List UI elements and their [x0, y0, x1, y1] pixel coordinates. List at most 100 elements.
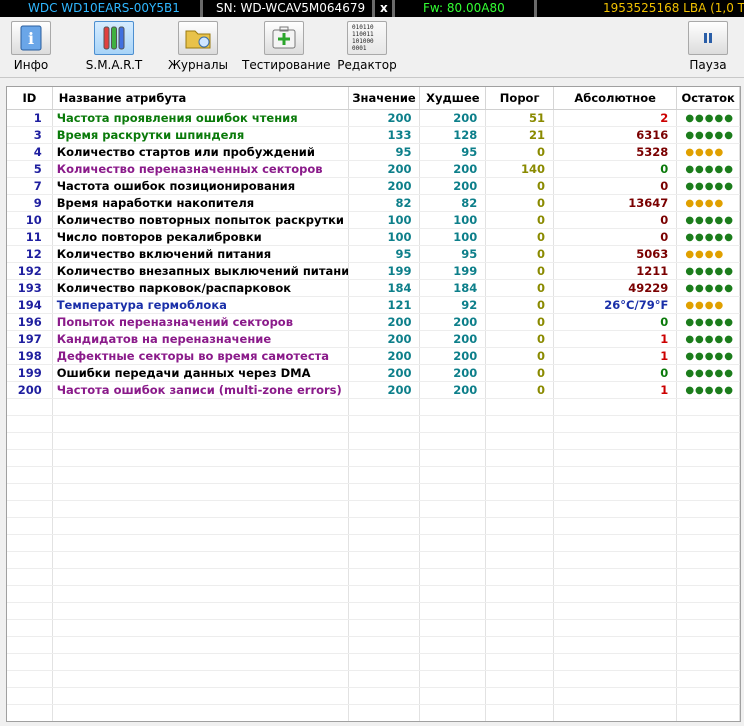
table-row[interactable]	[7, 551, 740, 569]
column-header-remaining[interactable]: Остаток	[676, 87, 740, 110]
attribute-name: Кандидатов на переназначение	[52, 330, 349, 348]
table-row[interactable]	[7, 653, 740, 671]
table-row[interactable]	[7, 585, 740, 603]
table-row[interactable]	[7, 704, 740, 721]
attribute-remaining: ●●●●●	[676, 228, 740, 246]
attribute-worst: 200	[419, 177, 487, 195]
table-row[interactable]: 199 Ошибки передачи данных через DMA 200 20…	[7, 364, 740, 382]
info-button[interactable]: i Инфо	[6, 21, 56, 72]
empty-cell	[348, 432, 421, 450]
table-row[interactable]	[7, 619, 740, 637]
pause-button[interactable]: Пауза	[686, 21, 730, 72]
attribute-threshold: 0	[485, 228, 555, 246]
attribute-worst: 200	[419, 381, 487, 399]
empty-cell	[7, 449, 53, 467]
attribute-threshold: 0	[485, 330, 555, 348]
empty-cell	[419, 500, 487, 518]
logs-label: Журналы	[168, 58, 228, 72]
table-row[interactable]: 7 Частота ошибок позиционирования 200 200 0 0…	[7, 177, 740, 195]
pause-icon	[688, 21, 728, 55]
svg-text:i: i	[28, 29, 34, 48]
table-row[interactable]	[7, 415, 740, 433]
empty-cell	[7, 398, 53, 416]
attribute-raw: 49229	[553, 279, 678, 297]
column-header-threshold[interactable]: Порог	[485, 87, 555, 110]
table-row[interactable]	[7, 670, 740, 688]
empty-cell	[348, 500, 421, 518]
empty-cell	[52, 619, 349, 637]
table-row[interactable]	[7, 449, 740, 467]
column-header-value[interactable]: Значение	[348, 87, 421, 110]
attribute-value: 200	[348, 160, 421, 178]
attribute-name: Количество внезапных выключений питания	[52, 262, 349, 280]
table-row[interactable]	[7, 500, 740, 518]
attribute-id: 5	[7, 160, 53, 178]
table-row[interactable]: 3 Время раскрутки шпинделя 133 128 21 6316 ●●●…	[7, 126, 740, 144]
table-row[interactable]: 5 Количество переназначенных секторов 200 2…	[7, 160, 740, 178]
table-row[interactable]: 192 Количество внезапных выключений питан…	[7, 262, 740, 280]
table-row[interactable]	[7, 398, 740, 416]
empty-cell	[348, 449, 421, 467]
attribute-raw: 1211	[553, 262, 678, 280]
column-header-raw[interactable]: Абсолютное	[553, 87, 678, 110]
table-row[interactable]	[7, 636, 740, 654]
table-row[interactable]	[7, 687, 740, 705]
attribute-id: 10	[7, 211, 53, 229]
table-row[interactable]: 11 Число повторов рекалибровки 100 100 0 0 ●●●…	[7, 228, 740, 246]
table-row[interactable]	[7, 602, 740, 620]
empty-cell	[485, 602, 555, 620]
attribute-value: 200	[348, 330, 421, 348]
attribute-threshold: 0	[485, 262, 555, 280]
empty-cell	[553, 636, 678, 654]
column-header-worst[interactable]: Худшее	[419, 87, 487, 110]
table-row[interactable]: 12 Количество включений питания 95 95 0 5063 ●…	[7, 245, 740, 263]
table-row[interactable]: 198 Дефектные секторы во время самотеста 2…	[7, 347, 740, 365]
attribute-raw: 1	[553, 347, 678, 365]
testing-button[interactable]: Тестирование	[242, 21, 331, 72]
column-header-id[interactable]: ID	[7, 87, 53, 110]
attribute-raw: 1	[553, 381, 678, 399]
empty-cell	[348, 619, 421, 637]
table-row[interactable]: 196 Попыток переназначений секторов 200 200…	[7, 313, 740, 331]
table-row[interactable]: 10 Количество повторных попыток раскрутки…	[7, 211, 740, 229]
attribute-remaining: ●●●●●	[676, 330, 740, 348]
table-row[interactable]: 200 Частота ошибок записи (multi-zone err…	[7, 381, 740, 399]
attribute-id: 193	[7, 279, 53, 297]
table-row[interactable]: 197 Кандидатов на переназначение 200 200 0 1 ●…	[7, 330, 740, 348]
drive-model[interactable]: WDC WD10EARS-00Y5B1	[28, 0, 180, 17]
empty-cell	[52, 483, 349, 501]
table-row[interactable]: 1 Частота проявления ошибок чтения 200 200 5…	[7, 109, 740, 127]
smart-button[interactable]: S.M.A.R.T	[84, 21, 144, 72]
table-row[interactable]	[7, 517, 740, 535]
empty-cell	[676, 687, 740, 705]
table-row[interactable]	[7, 534, 740, 552]
empty-cell	[485, 704, 555, 721]
table-row[interactable]	[7, 466, 740, 484]
attribute-threshold: 0	[485, 364, 555, 382]
table-row[interactable]: 194 Температура гермоблока 121 92 0 26°C/79°F…	[7, 296, 740, 314]
empty-cell	[52, 432, 349, 450]
table-row[interactable]	[7, 432, 740, 450]
empty-cell	[676, 551, 740, 569]
smart-attributes-grid[interactable]: ID Название атрибута Значение Худшее Пор…	[6, 86, 741, 722]
table-row[interactable]	[7, 568, 740, 586]
close-icon[interactable]: x	[380, 0, 388, 17]
table-row[interactable]: 4 Количество стартов или пробуждений 95 95 0…	[7, 143, 740, 161]
attribute-worst: 200	[419, 313, 487, 331]
table-row[interactable]: 193 Количество парковок/распарковок 184 184…	[7, 279, 740, 297]
attribute-threshold: 0	[485, 279, 555, 297]
empty-cell	[419, 466, 487, 484]
empty-cell	[553, 687, 678, 705]
attribute-remaining: ●●●●●	[676, 160, 740, 178]
attribute-id: 1	[7, 109, 53, 127]
empty-cell	[419, 636, 487, 654]
logs-button[interactable]: Журналы	[168, 21, 228, 72]
empty-cell	[52, 517, 349, 535]
table-row[interactable]: 9 Время наработки накопителя 82 82 0 13647 ●●●…	[7, 194, 740, 212]
attribute-name: Количество парковок/распарковок	[52, 279, 349, 297]
empty-cell	[52, 568, 349, 586]
column-header-name[interactable]: Название атрибута	[52, 87, 349, 110]
attribute-raw: 0	[553, 177, 678, 195]
table-row[interactable]	[7, 483, 740, 501]
editor-button[interactable]: 010110 110011 101000 0001 Редактор	[336, 21, 398, 72]
